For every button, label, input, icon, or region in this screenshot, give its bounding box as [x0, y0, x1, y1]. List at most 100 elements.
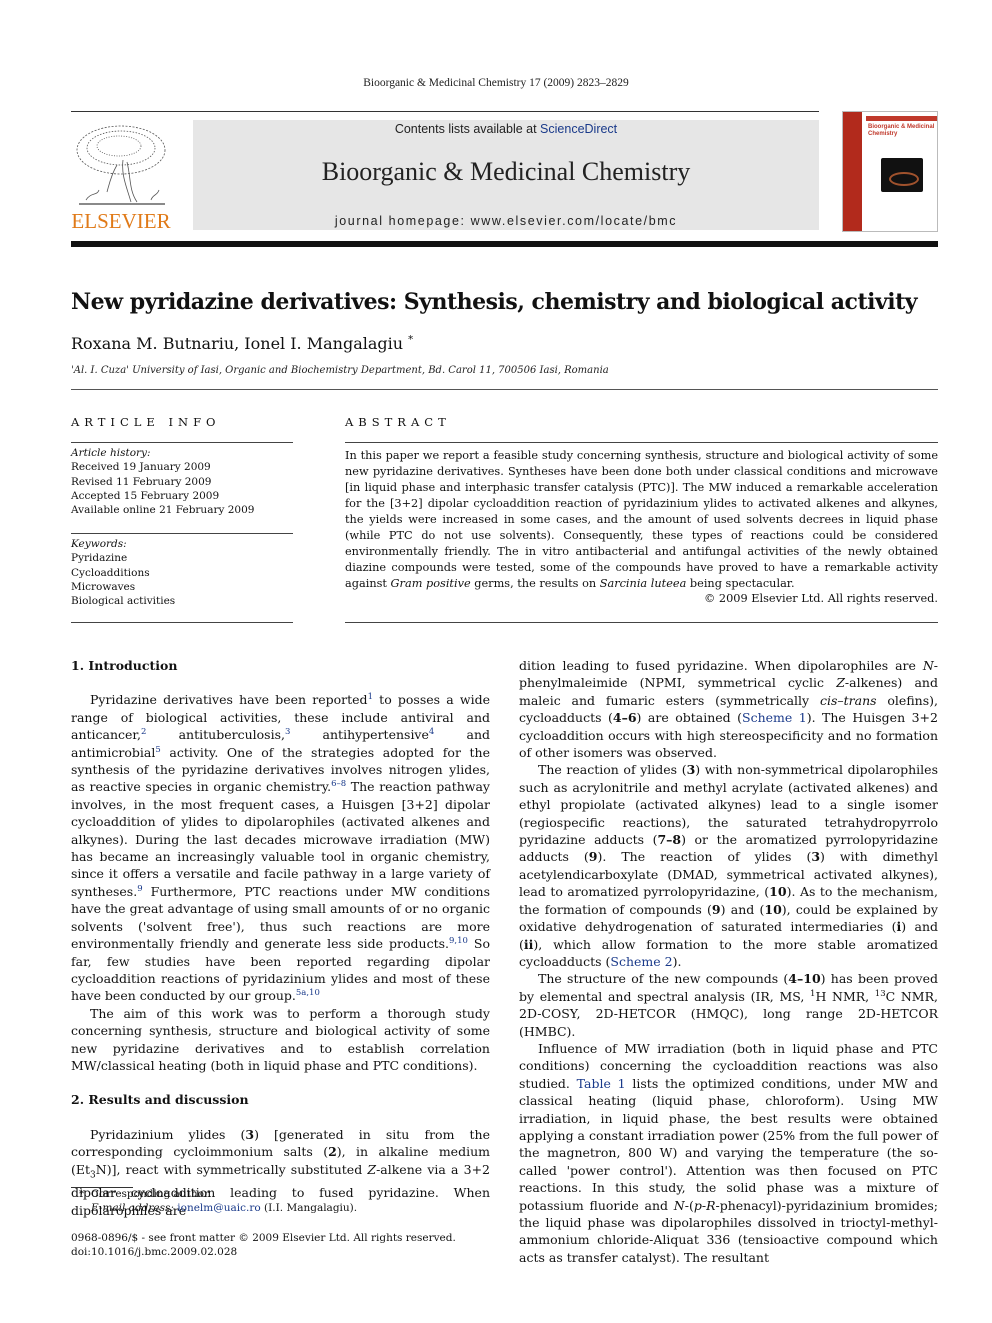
- footnote: * Corresponding author. E-mail address: …: [71, 1187, 490, 1215]
- text: -(: [684, 1197, 694, 1213]
- author-names: Roxana M. Butnariu, Ionel I. Mangalagiu: [71, 334, 404, 353]
- compound-number: 9: [711, 901, 721, 917]
- text: Pyridazine derivatives have been reporte…: [90, 692, 368, 708]
- affiliation-rule: [71, 389, 938, 390]
- footnote-corresponding: Corresponding author.: [90, 1188, 212, 1200]
- journal-title: Bioorganic & Medicinal Chemistry: [321, 157, 691, 186]
- paragraph: Pyridazine derivatives have been reporte…: [71, 691, 490, 1004]
- text: N)], react with symmetrically substitute…: [95, 1161, 368, 1177]
- article-info-heading: ARTICLE INFO: [71, 415, 221, 429]
- paragraph: The structure of the new compounds (4–10…: [519, 970, 938, 1040]
- compound-number: 7–8: [657, 832, 682, 848]
- header-thick-rule: [71, 241, 938, 247]
- text: antituberculosis,: [146, 727, 285, 743]
- history-received: Received 19 January 2009: [71, 461, 211, 474]
- reference-link[interactable]: 6–8: [331, 779, 346, 789]
- cover-top-bar: [866, 116, 937, 121]
- journal-banner: Contents lists available at ScienceDirec…: [193, 120, 819, 230]
- abstract-part: being spectacular.: [686, 577, 795, 590]
- issn-line: 0968-0896/$ - see front matter © 2009 El…: [71, 1232, 456, 1244]
- paragraph: Influence of MW irradiation (both in liq…: [519, 1040, 938, 1266]
- abstract-italic: Gram positive: [390, 577, 471, 590]
- text: H NMR,: [815, 988, 875, 1004]
- text: Pyridazinium ylides (: [90, 1126, 246, 1142]
- body-column-right: dition leading to fused pyridazine. When…: [519, 657, 938, 1266]
- compound-number: 9: [588, 849, 598, 865]
- section-heading-introduction: 1. Introduction: [71, 658, 178, 673]
- reference-link[interactable]: 5a,10: [296, 988, 320, 998]
- history-accepted: Accepted 15 February 2009: [71, 489, 220, 502]
- italic: R: [706, 1197, 716, 1213]
- italic: Z: [836, 675, 845, 691]
- email-label: E-mail address:: [91, 1202, 174, 1214]
- italic: N: [922, 658, 934, 673]
- compound-number: 3: [811, 849, 821, 865]
- reference-link[interactable]: 9,10: [449, 936, 468, 946]
- text: lists the optimized conditions, under MW…: [519, 1075, 938, 1213]
- italic: Z: [367, 1161, 377, 1177]
- abstract-copyright: © 2009 Elsevier Ltd. All rights reserved…: [704, 592, 938, 605]
- abstract-part: germs, the results on: [470, 577, 600, 590]
- journal-cover-thumbnail: Bioorganic & Medicinal Chemistry: [842, 111, 938, 232]
- email-link[interactable]: ionelm@uaic.ro: [177, 1202, 260, 1214]
- text: ) and (: [720, 901, 765, 917]
- keywords-label: Keywords:: [71, 538, 127, 550]
- text: ).: [672, 953, 682, 969]
- italic: p: [693, 1197, 702, 1213]
- doi[interactable]: doi:10.1016/j.bmc.2009.02.028: [71, 1245, 490, 1259]
- text: ), which allow formation to the more sta…: [519, 936, 938, 969]
- article-title: New pyridazine derivatives: Synthesis, c…: [71, 289, 918, 315]
- keyword: Pyridazine: [71, 552, 128, 565]
- italic: N: [673, 1197, 685, 1213]
- compound-number: 2: [328, 1144, 337, 1160]
- elsevier-tree-icon: [76, 125, 166, 205]
- contents-prefix: Contents lists available at: [394, 122, 541, 136]
- corresponding-author-mark[interactable]: *: [408, 335, 413, 346]
- sciencedirect-link[interactable]: ScienceDirect: [540, 122, 617, 136]
- body-column-left: 1. Introduction Pyridazine derivatives h…: [71, 657, 490, 1219]
- article-info-rule: [71, 442, 293, 443]
- text: antihypertensive: [290, 727, 429, 743]
- header-rule: [71, 111, 819, 112]
- text: The structure of the new compounds (: [538, 971, 789, 987]
- abstract-bottom-rule: [345, 622, 938, 623]
- journal-homepage[interactable]: journal homepage: www.elsevier.com/locat…: [193, 214, 819, 228]
- italic: cis–trans: [819, 692, 877, 708]
- compound-number: 3: [686, 762, 696, 778]
- scheme-2-link[interactable]: Scheme 2: [610, 954, 672, 969]
- compound-number: 4–10: [788, 971, 821, 987]
- email-suffix: (I.I. Mangalagiu).: [260, 1202, 358, 1214]
- compound-number: 10: [769, 884, 787, 900]
- article-history: Article history: Received 19 January 200…: [71, 446, 293, 517]
- compound-number: 3: [245, 1126, 255, 1142]
- abstract-italic: Sarcinia luteea: [599, 577, 687, 590]
- section-heading-results: 2. Results and discussion: [71, 1092, 249, 1108]
- scheme-1-link[interactable]: Scheme 1: [742, 710, 807, 725]
- keyword: Biological activities: [71, 595, 176, 608]
- cover-title: Bioorganic & Medicinal Chemistry: [868, 124, 935, 137]
- cover-image: [881, 158, 923, 192]
- cover-side-bar: [843, 112, 862, 231]
- text: The reaction pathway involves, in the mo…: [71, 779, 490, 899]
- contents-line: Contents lists available at ScienceDirec…: [193, 122, 819, 136]
- history-online: Available online 21 February 2009: [71, 504, 255, 517]
- keyword: Cycloadditions: [71, 566, 150, 579]
- text: ). The reaction of ylides (: [597, 849, 812, 865]
- elsevier-logo: ELSEVIER: [71, 120, 171, 234]
- running-head: Bioorganic & Medicinal Chemistry 17 (200…: [363, 77, 629, 89]
- isotope-superscript: 13: [874, 988, 886, 999]
- elsevier-wordmark: ELSEVIER: [71, 209, 171, 233]
- abstract-text: In this paper we report a feasible study…: [345, 448, 938, 592]
- history-revised: Revised 11 February 2009: [71, 475, 212, 488]
- compound-number: ii: [523, 936, 534, 952]
- table-1-link[interactable]: Table 1: [577, 1076, 626, 1091]
- paragraph: The aim of this work was to perform a th…: [71, 1005, 490, 1073]
- article-info-bottom-rule: [71, 622, 293, 623]
- keywords: Keywords: Pyridazine Cycloadditions Micr…: [71, 537, 293, 608]
- article-authors: Roxana M. Butnariu, Ionel I. Mangalagiu …: [71, 334, 413, 353]
- abstract-rule: [345, 442, 938, 443]
- paragraph: The reaction of ylides (3) with non-symm…: [519, 761, 938, 970]
- footnote-mark: *: [79, 1188, 85, 1200]
- paragraph-continued: dition leading to fused pyridazine. When…: [519, 657, 938, 761]
- issn-block: 0968-0896/$ - see front matter © 2009 El…: [71, 1231, 490, 1259]
